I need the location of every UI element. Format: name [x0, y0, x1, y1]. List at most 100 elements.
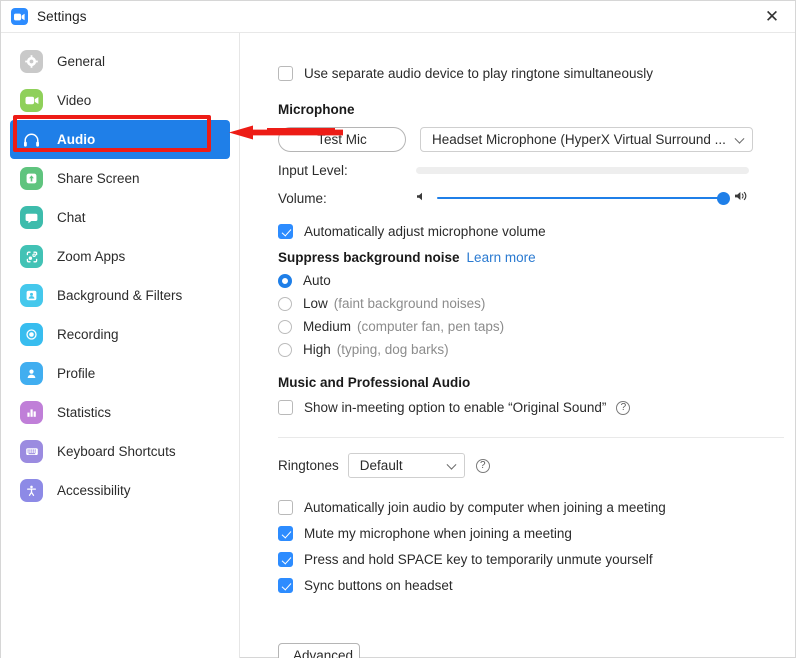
zoom-apps-icon [20, 245, 43, 268]
music-pro-audio-heading: Music and Professional Audio [278, 375, 795, 390]
sidebar-item-label: General [57, 54, 105, 69]
test-mic-button[interactable]: Test Mic [278, 127, 406, 152]
volume-row: Volume: [278, 189, 795, 207]
noise-label-high: High [303, 342, 331, 357]
noise-label-auto: Auto [303, 273, 331, 288]
input-level-row: Input Level: [278, 163, 795, 178]
accessibility-icon [20, 479, 43, 502]
input-level-meter [416, 167, 749, 174]
auto-join-audio-row[interactable]: Automatically join audio by computer whe… [278, 500, 795, 515]
noise-radio-auto[interactable] [278, 274, 292, 288]
speaker-low-icon [416, 189, 427, 207]
mute-on-join-checkbox[interactable] [278, 526, 293, 541]
sidebar-item-statistics[interactable]: Statistics [10, 393, 230, 432]
microphone-heading: Microphone [278, 102, 795, 117]
push-to-talk-label: Press and hold SPACE key to temporarily … [304, 552, 653, 567]
original-sound-checkbox[interactable] [278, 400, 293, 415]
keyboard-icon [20, 440, 43, 463]
noise-hint-low: (faint background noises) [334, 296, 486, 311]
noise-label-low: Low [303, 296, 328, 311]
ringtones-select[interactable]: Default [348, 453, 465, 478]
noise-hint-high: (typing, dog barks) [337, 342, 449, 357]
zoom-logo-icon [11, 8, 28, 25]
auto-adjust-row[interactable]: Automatically adjust microphone volume [278, 224, 795, 239]
settings-sidebar: General Video [1, 33, 240, 658]
original-sound-row[interactable]: Show in-meeting option to enable “Origin… [278, 400, 795, 415]
sidebar-item-video[interactable]: Video [10, 81, 230, 120]
advanced-button[interactable]: Advanced [278, 643, 360, 658]
auto-join-audio-label: Automatically join audio by computer whe… [304, 500, 666, 515]
section-divider [278, 437, 784, 438]
mute-on-join-label: Mute my microphone when joining a meetin… [304, 526, 572, 541]
person-icon [20, 362, 43, 385]
auto-join-audio-checkbox[interactable] [278, 500, 293, 515]
noise-option-auto[interactable]: Auto [278, 273, 795, 288]
microphone-device-select[interactable]: Headset Microphone (HyperX Virtual Surro… [420, 127, 753, 152]
microphone-device-row: Test Mic Headset Microphone (HyperX Virt… [278, 127, 795, 152]
sidebar-item-label: Chat [57, 210, 86, 225]
noise-option-low[interactable]: Low (faint background noises) [278, 296, 795, 311]
auto-adjust-label: Automatically adjust microphone volume [304, 224, 546, 239]
bar-chart-icon [20, 401, 43, 424]
original-sound-label: Show in-meeting option to enable “Origin… [304, 400, 606, 415]
record-circle-icon [20, 323, 43, 346]
sidebar-item-general[interactable]: General [10, 42, 230, 81]
speaker-high-icon [734, 189, 749, 207]
push-to-talk-checkbox[interactable] [278, 552, 293, 567]
sidebar-item-label: Video [57, 93, 91, 108]
sidebar-item-label: Background & Filters [57, 288, 182, 303]
video-camera-icon [20, 89, 43, 112]
sidebar-item-label: Accessibility [57, 483, 131, 498]
sidebar-item-keyboard-shortcuts[interactable]: Keyboard Shortcuts [10, 432, 230, 471]
noise-radio-high[interactable] [278, 343, 292, 357]
sync-headset-buttons-row[interactable]: Sync buttons on headset [278, 578, 795, 593]
chat-bubble-icon [20, 206, 43, 229]
volume-track[interactable] [437, 197, 724, 200]
sync-headset-buttons-checkbox[interactable] [278, 578, 293, 593]
window-body: General Video [1, 33, 795, 658]
push-to-talk-row[interactable]: Press and hold SPACE key to temporarily … [278, 552, 795, 567]
help-circle-icon[interactable]: ? [476, 459, 490, 473]
sidebar-item-label: Audio [57, 132, 95, 147]
settings-window: Settings ✕ General [0, 0, 796, 658]
auto-adjust-checkbox[interactable] [278, 224, 293, 239]
noise-radio-low[interactable] [278, 297, 292, 311]
sidebar-item-label: Keyboard Shortcuts [57, 444, 176, 459]
window-title: Settings [37, 9, 87, 24]
mute-on-join-row[interactable]: Mute my microphone when joining a meetin… [278, 526, 795, 541]
sidebar-item-share-screen[interactable]: Share Screen [10, 159, 230, 198]
gear-icon [20, 50, 43, 73]
separate-ringtone-row[interactable]: Use separate audio device to play ringto… [278, 66, 795, 81]
close-icon[interactable]: ✕ [749, 1, 795, 33]
noise-option-medium[interactable]: Medium (computer fan, pen taps) [278, 319, 795, 334]
chevron-down-icon [735, 133, 745, 143]
chevron-down-icon [446, 459, 456, 469]
volume-slider[interactable] [416, 189, 749, 207]
sidebar-item-recording[interactable]: Recording [10, 315, 230, 354]
sync-headset-buttons-label: Sync buttons on headset [304, 578, 453, 593]
separate-ringtone-label: Use separate audio device to play ringto… [304, 66, 653, 81]
person-frame-icon [20, 284, 43, 307]
input-level-label: Input Level: [278, 163, 353, 178]
ringtones-row: Ringtones Default ? [278, 453, 795, 478]
audio-settings-panel: Use separate audio device to play ringto… [240, 33, 795, 658]
sidebar-item-label: Zoom Apps [57, 249, 125, 264]
ringtones-value: Default [360, 458, 403, 473]
sidebar-item-label: Profile [57, 366, 95, 381]
sidebar-item-zoom-apps[interactable]: Zoom Apps [10, 237, 230, 276]
sidebar-item-audio[interactable]: Audio [10, 120, 230, 159]
sidebar-item-background-filters[interactable]: Background & Filters [10, 276, 230, 315]
suppress-noise-heading: Suppress background noise [278, 250, 460, 265]
help-circle-icon[interactable]: ? [616, 401, 630, 415]
title-bar: Settings ✕ [1, 1, 795, 33]
sidebar-item-profile[interactable]: Profile [10, 354, 230, 393]
sidebar-item-accessibility[interactable]: Accessibility [10, 471, 230, 510]
noise-option-high[interactable]: High (typing, dog barks) [278, 342, 795, 357]
sidebar-item-chat[interactable]: Chat [10, 198, 230, 237]
sidebar-item-label: Share Screen [57, 171, 140, 186]
sidebar-item-label: Recording [57, 327, 119, 342]
learn-more-link[interactable]: Learn more [467, 250, 536, 265]
noise-radio-medium[interactable] [278, 320, 292, 334]
volume-thumb[interactable] [717, 192, 730, 205]
separate-ringtone-checkbox[interactable] [278, 66, 293, 81]
